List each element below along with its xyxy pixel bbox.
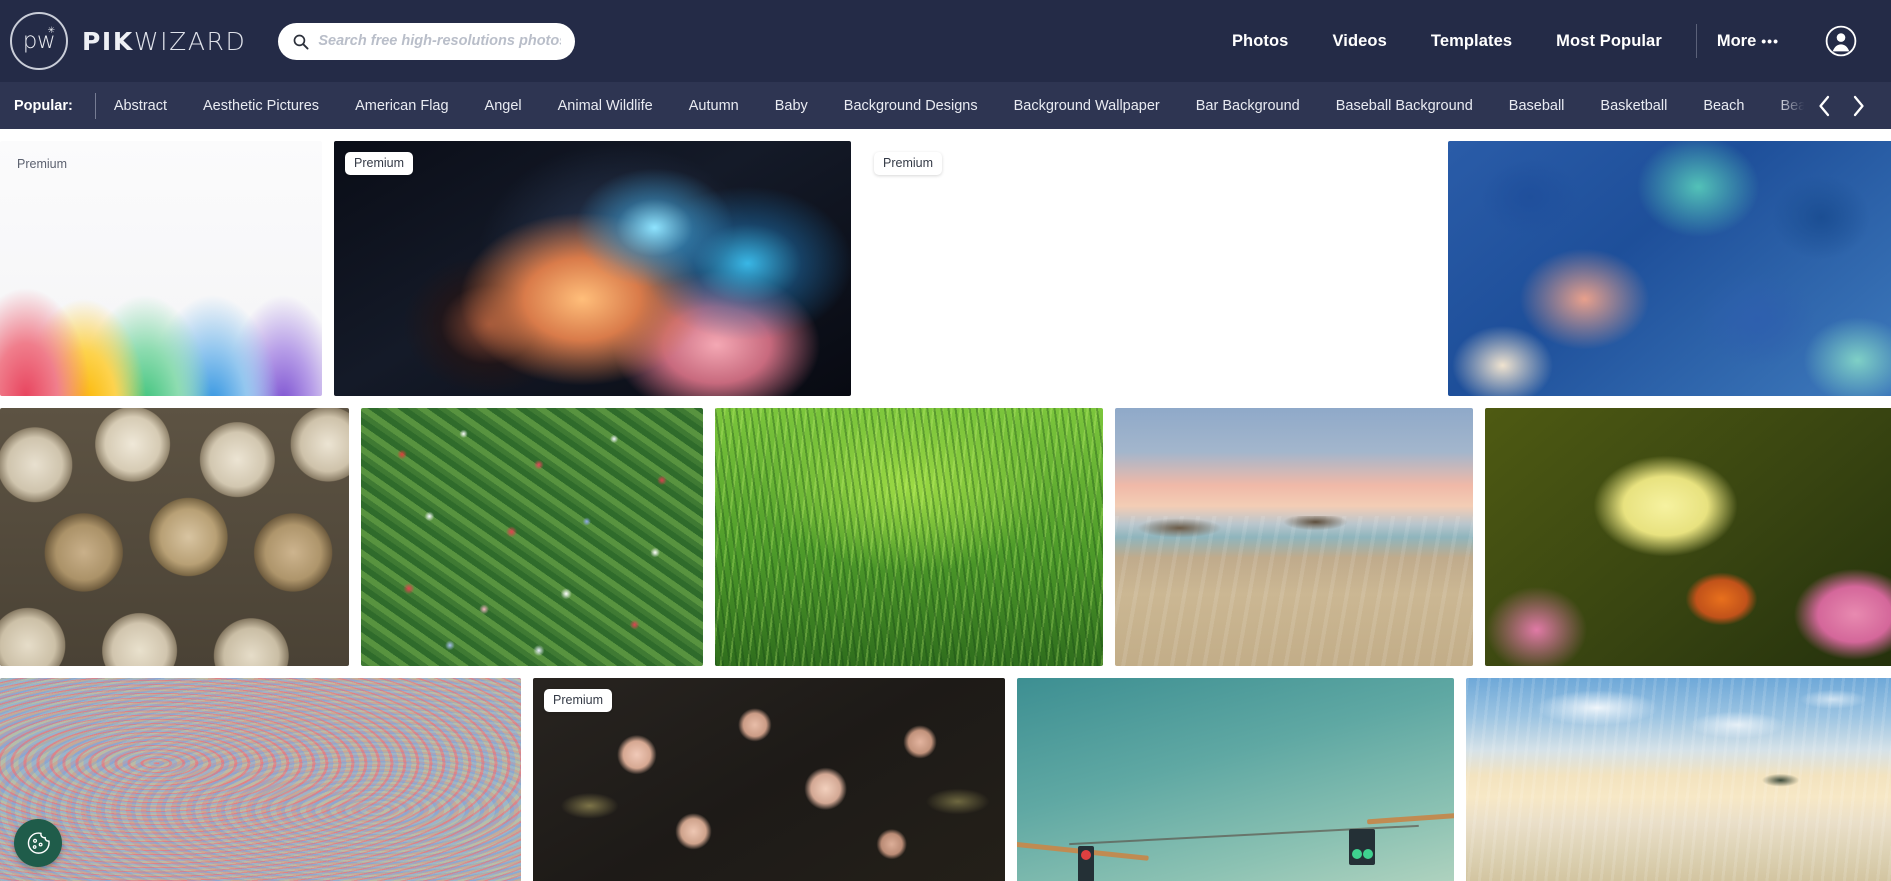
photo-artwork bbox=[0, 141, 322, 396]
category-item-autumn[interactable]: Autumn bbox=[671, 98, 757, 114]
photo-artwork bbox=[1466, 678, 1891, 881]
tile-beach-dusk[interactable] bbox=[1115, 408, 1473, 666]
category-item-baseball-background[interactable]: Baseball Background bbox=[1318, 98, 1491, 114]
tile-blue-abstract-paint[interactable] bbox=[1448, 141, 1891, 396]
category-item-background-designs[interactable]: Background Designs bbox=[826, 98, 996, 114]
category-item-baseball[interactable]: Baseball bbox=[1491, 98, 1583, 114]
tile-space-nebula[interactable]: Premium bbox=[334, 141, 851, 396]
category-item-basketball[interactable]: Basketball bbox=[1582, 98, 1685, 114]
category-item-american-flag[interactable]: American Flag bbox=[337, 98, 466, 114]
category-item-aesthetic-pictures[interactable]: Aesthetic Pictures bbox=[185, 98, 337, 114]
photo-artwork bbox=[334, 141, 851, 396]
tile-dark-roses[interactable]: Premium bbox=[533, 678, 1005, 881]
premium-badge: Premium bbox=[874, 152, 943, 175]
tile-butterfly-flower[interactable] bbox=[1485, 408, 1891, 666]
photo-artwork bbox=[0, 678, 521, 881]
premium-badge: Premium bbox=[17, 157, 68, 171]
category-arrows bbox=[1777, 82, 1891, 129]
tile-green-grass[interactable] bbox=[715, 408, 1103, 666]
brand-wordmark-bold: PIK bbox=[82, 26, 134, 56]
photo-artwork bbox=[1485, 408, 1891, 666]
category-item-abstract[interactable]: Abstract bbox=[96, 98, 185, 114]
gallery-row: Premium bbox=[0, 678, 1891, 881]
logo-mark-icon: pw ✳ bbox=[10, 12, 68, 70]
photo-artwork bbox=[0, 408, 349, 666]
tile-fresco-wall[interactable]: Premium bbox=[863, 141, 1436, 396]
nav-item-videos[interactable]: Videos bbox=[1310, 32, 1408, 51]
tile-colored-powder[interactable]: Premium bbox=[0, 141, 322, 396]
tile-metal-discs[interactable] bbox=[0, 408, 349, 666]
photo-artwork bbox=[1115, 408, 1473, 666]
chevron-right-icon[interactable] bbox=[1841, 89, 1875, 123]
category-item-background-wallpaper[interactable]: Background Wallpaper bbox=[996, 98, 1178, 114]
category-scroll-track[interactable]: Abstract Aesthetic Pictures American Flag A… bbox=[96, 98, 1891, 114]
gallery-row: Premium Premium Premium bbox=[0, 141, 1891, 396]
photo-artwork bbox=[361, 408, 703, 666]
nav-item-templates[interactable]: Templates bbox=[1409, 32, 1534, 51]
premium-badge: Premium bbox=[345, 152, 414, 175]
user-account-icon[interactable] bbox=[1825, 25, 1857, 57]
category-item-animal-wildlife[interactable]: Animal Wildlife bbox=[540, 98, 671, 114]
traffic-light-red bbox=[1078, 846, 1095, 881]
tile-water-ripples[interactable] bbox=[0, 678, 521, 881]
logo-sparkle-icon: ✳ bbox=[47, 25, 55, 35]
category-item-beach[interactable]: Beach bbox=[1685, 98, 1762, 114]
tile-traffic-lights[interactable] bbox=[1017, 678, 1454, 881]
nav-item-photos[interactable]: Photos bbox=[1210, 32, 1311, 51]
category-item-bar-background[interactable]: Bar Background bbox=[1178, 98, 1318, 114]
chevron-left-icon[interactable] bbox=[1807, 89, 1841, 123]
gallery-row bbox=[0, 408, 1891, 666]
brand-wordmark-light: WIZARD bbox=[133, 26, 247, 56]
photo-artwork bbox=[1448, 141, 1891, 396]
search-icon bbox=[293, 34, 309, 50]
category-item-angel[interactable]: Angel bbox=[467, 98, 540, 114]
nav-divider bbox=[1695, 24, 1697, 58]
tile-flower-field[interactable] bbox=[361, 408, 703, 666]
popular-categories-bar: Popular: Abstract Aesthetic Pictures Ameri… bbox=[0, 82, 1891, 129]
photo-artwork bbox=[863, 141, 1436, 396]
main-navigation: Photos Videos Templates Most Popular Mor… bbox=[1210, 24, 1857, 58]
nav-item-more[interactable]: More ••• bbox=[1709, 32, 1787, 51]
premium-badge: Premium bbox=[544, 689, 613, 712]
cookie-icon bbox=[27, 831, 50, 854]
traffic-light-green bbox=[1349, 829, 1376, 866]
nav-item-most-popular[interactable]: Most Popular bbox=[1534, 32, 1684, 51]
photo-gallery: Premium Premium Premium Premium bbox=[0, 141, 1891, 881]
search-input[interactable] bbox=[318, 33, 562, 49]
site-header: pw ✳ PIKWIZARD Photos Videos Templates M… bbox=[0, 0, 1891, 82]
photo-artwork bbox=[715, 408, 1103, 666]
brand-logo[interactable]: pw ✳ PIKWIZARD bbox=[10, 12, 246, 70]
cookie-settings-button[interactable] bbox=[14, 819, 62, 867]
nav-more-label: More bbox=[1716, 31, 1757, 50]
search-bar[interactable] bbox=[278, 22, 576, 60]
category-item-baby[interactable]: Baby bbox=[757, 98, 826, 114]
brand-wordmark: PIKWIZARD bbox=[82, 27, 246, 56]
tile-beach-sunrise[interactable] bbox=[1466, 678, 1891, 881]
popular-label: Popular: bbox=[14, 97, 73, 114]
nav-more-dots-icon: ••• bbox=[1761, 32, 1779, 49]
